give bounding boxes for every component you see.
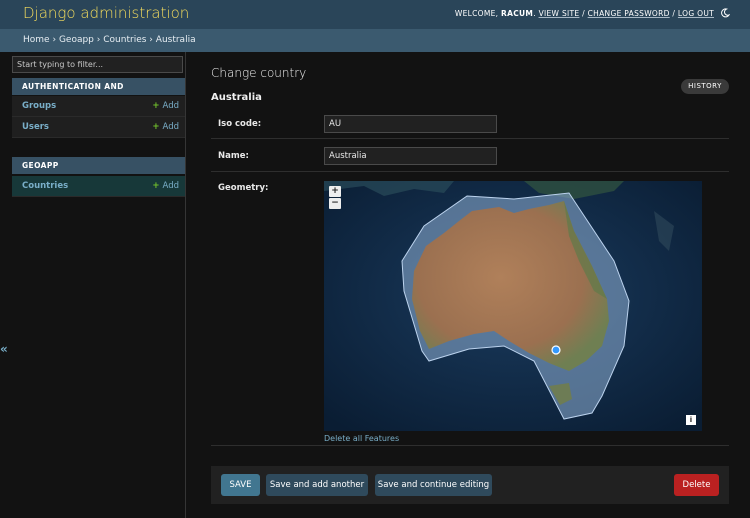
delete-button[interactable]: Delete xyxy=(674,474,719,496)
sidebar-item-label[interactable]: Users xyxy=(22,122,49,132)
app-caption-auth[interactable]: Authentication and Authorization xyxy=(12,78,185,108)
add-country-link[interactable]: + Add xyxy=(152,181,179,191)
sidebar-toggle-icon[interactable]: « xyxy=(0,342,8,356)
change-password-link[interactable]: Change password xyxy=(588,9,670,18)
submit-row: SAVE Save and add another Save and conti… xyxy=(211,466,729,504)
iso-code-input[interactable] xyxy=(324,115,497,133)
sidebar-item-groups[interactable]: Groups + Add xyxy=(12,96,185,117)
plus-icon: + xyxy=(152,101,160,111)
plus-icon: + xyxy=(152,181,160,191)
moon-icon[interactable] xyxy=(720,8,731,18)
username: racum xyxy=(501,9,534,18)
user-tools-sep: / xyxy=(582,9,585,18)
app-caption-geoapp[interactable]: Geoapp xyxy=(12,157,185,174)
form-row-name: Name: xyxy=(211,139,729,172)
iso-code-label: Iso code: xyxy=(218,119,262,129)
object-title: Australia xyxy=(211,92,262,103)
log-out-link[interactable]: Log out xyxy=(678,9,714,18)
content-main: Change country Australia History Iso cod… xyxy=(211,52,729,518)
welcome-period: . xyxy=(533,9,536,18)
save-and-continue-button[interactable]: Save and continue editing xyxy=(375,474,492,496)
geometry-label: Geometry: xyxy=(218,183,269,193)
zoom-out-button[interactable]: − xyxy=(329,198,341,209)
breadcrumb-sep: › xyxy=(149,35,153,45)
form-row-geometry: Geometry: + − i Delete all Features xyxy=(211,172,729,446)
sidebar-item-label[interactable]: Countries xyxy=(22,181,68,191)
header: Django administration Welcome, racum. Vi… xyxy=(0,0,750,29)
save-and-add-another-button[interactable]: Save and add another xyxy=(266,474,368,496)
breadcrumb-current: Australia xyxy=(155,35,196,45)
delete-all-features-link[interactable]: Delete all Features xyxy=(324,434,399,443)
add-user-link[interactable]: + Add xyxy=(152,122,179,132)
breadcrumb: Home › Geoapp › Countries › Australia xyxy=(0,29,750,52)
geometry-map[interactable]: + − i xyxy=(324,181,702,431)
plus-icon: + xyxy=(152,122,160,132)
breadcrumb-model[interactable]: Countries xyxy=(103,35,146,45)
form-row-iso-code: Iso code: xyxy=(211,110,729,139)
satellite-map-image xyxy=(324,181,702,431)
welcome-text: Welcome, xyxy=(454,9,499,18)
nav-filter-input[interactable] xyxy=(12,56,183,73)
breadcrumb-sep: › xyxy=(96,35,101,45)
page-title: Change country xyxy=(211,66,307,80)
save-button[interactable]: SAVE xyxy=(221,474,260,496)
breadcrumb-app[interactable]: Geoapp xyxy=(59,35,94,45)
name-label: Name: xyxy=(218,151,249,161)
name-input[interactable] xyxy=(324,147,497,165)
breadcrumb-sep: › xyxy=(52,35,57,45)
sidebar-item-label[interactable]: Groups xyxy=(22,101,56,111)
add-group-link[interactable]: + Add xyxy=(152,101,179,111)
nav-sidebar: Authentication and Authorization Groups … xyxy=(0,52,186,518)
history-button[interactable]: History xyxy=(681,79,729,94)
breadcrumb-home[interactable]: Home xyxy=(23,35,50,45)
view-site-link[interactable]: View site xyxy=(539,9,580,18)
site-branding[interactable]: Django administration xyxy=(23,4,189,22)
info-icon[interactable]: i xyxy=(686,415,696,425)
user-tools-sep: / xyxy=(672,9,676,18)
zoom-in-button[interactable]: + xyxy=(329,186,341,197)
sidebar-item-users[interactable]: Users + Add xyxy=(12,117,185,138)
user-tools: Welcome, racum. View site / Change passw… xyxy=(455,9,714,18)
sidebar-item-countries[interactable]: Countries + Add xyxy=(12,176,185,197)
